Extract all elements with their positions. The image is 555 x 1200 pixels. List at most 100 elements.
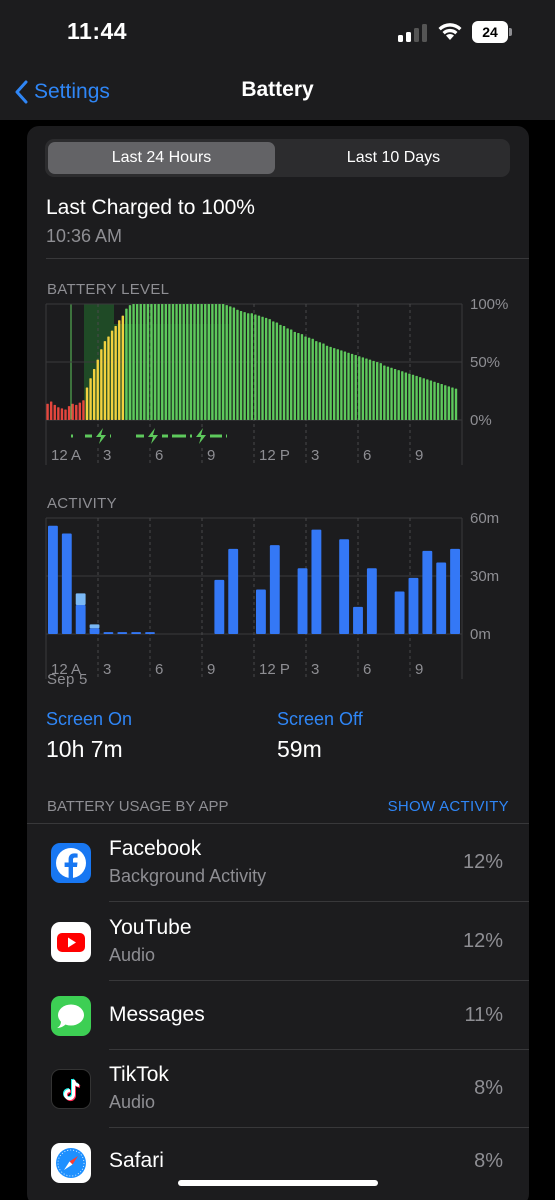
battery-level-bar [67,406,71,420]
app-row-facebook[interactable]: Facebook Background Activity 12% [27,824,529,902]
last-charged-time: 10:36 AM [46,226,123,246]
x-tick-label: 9 [207,661,215,678]
battery-level-bar [383,365,386,420]
app-subtitle: Audio [109,945,156,965]
battery-level-bar [329,346,332,420]
activity-screen-on-bar [366,568,377,634]
activity-screen-on-bar [269,545,280,634]
battery-usage-by-app-label: BATTERY USAGE BY APP [47,798,229,815]
show-activity-button[interactable]: SHOW ACTIVITY [388,798,509,815]
activity-screen-on-bar [117,632,128,634]
segment-last-24-hours[interactable]: Last 24 Hours [48,142,275,174]
x-tick-label: 3 [103,447,111,464]
battery-level-bar [229,306,232,420]
y-tick-label: 100% [470,298,508,313]
battery-level-bar [343,351,347,420]
battery-level-bar [426,379,429,420]
app-row-youtube[interactable]: YouTube Audio 12% [27,903,529,981]
screen-off-value: 59m [277,736,322,762]
status-bar: 11:44 24 [0,0,555,64]
x-tick-label: 6 [155,661,163,678]
app-row-safari[interactable]: Safari 8% [27,1129,529,1199]
battery-level-bar [161,304,164,420]
battery-level-bar [422,378,425,420]
activity-screen-on-bar [75,605,86,634]
tiktok-icon [51,1069,91,1109]
battery-level-bar [254,314,257,420]
x-tick-label: 9 [207,447,215,464]
last-charged-title: Last Charged to 100% [46,196,255,219]
battery-level-bar [451,387,454,420]
x-tick-label: 9 [415,447,423,464]
battery-level-bar [186,304,189,420]
battery-level-bar [315,341,318,420]
battery-level-bar [103,341,107,420]
battery-level-bar [85,387,89,420]
activity-screen-on-bar [89,628,100,634]
battery-level-bar [336,349,339,420]
x-tick-label: 6 [363,661,371,678]
x-tick-label: 3 [311,661,319,678]
app-subtitle: Audio [109,1092,156,1112]
battery-level-bar [368,359,372,420]
battery-level-bar [247,313,250,420]
x-tick-label: 12 P [259,447,290,464]
battery-level-bar [46,403,49,420]
activity-screen-on-bar [228,548,239,634]
x-tick-label: 3 [311,447,319,464]
battery-level-bar [71,403,74,420]
activity-chart: 60m30m0m12 A 3 6 9 12 P369 [45,512,499,679]
youtube-icon [51,922,91,962]
activity-screen-on-bar [311,529,322,634]
battery-level-bar [89,378,92,420]
battery-level-bar [300,334,304,420]
battery-level-bar [333,348,336,420]
battery-level-bar [340,350,343,420]
battery-level-bar [243,312,246,420]
activity-screen-on-bar [214,579,225,634]
battery-level-bar [57,407,60,420]
battery-level-bar [182,304,185,420]
app-row-messages[interactable]: Messages 11% [27,982,529,1050]
battery-level-bar [193,304,196,420]
y-tick-label: 0m [470,626,491,643]
battery-level-bar [225,305,228,420]
divider [109,980,529,981]
battery-level-bar [322,343,325,420]
activity-screen-on-bar [61,533,72,634]
battery-level-bar [121,315,125,420]
battery-level-bar [290,329,293,420]
battery-level-bar [125,308,128,420]
battery-level-bar [207,304,210,420]
battery-level-bar [393,368,397,420]
segment-last-10-days[interactable]: Last 10 Days [280,142,507,174]
battery-level-bar [60,408,64,420]
activity-label: ACTIVITY [47,495,117,512]
battery-level-bar [318,342,322,420]
y-tick-label: 30m [470,568,499,585]
activity-screen-on-bar [103,632,114,634]
screen-on-label: Screen On [46,709,133,729]
battery-level-bar [408,373,411,420]
battery-level-bar [286,328,289,420]
activity-screen-on-bar [408,577,419,634]
battery-level-bar [204,304,207,420]
battery-level-bar [239,310,243,420]
activity-screen-on-bar [394,591,405,634]
activity-screen-on-bar [256,589,266,634]
app-name: Messages [109,1003,205,1026]
battery-level-bar [82,400,85,420]
battery-level-bar [64,409,67,420]
battery-level-bar [325,345,329,420]
battery-level-bar [365,358,368,420]
battery-level-bar [307,337,311,420]
battery-level-bar [200,304,203,420]
app-row-tiktok[interactable]: TikTok Audio 8% [27,1050,529,1128]
navigation-bar: Settings Battery [0,64,555,120]
battery-level-bar [232,307,236,420]
battery-level-bar [350,353,354,420]
status-time: 11:44 [67,18,128,44]
battery-level-bar [415,375,418,420]
home-indicator[interactable] [178,1180,378,1186]
battery-level-bar [100,349,103,420]
